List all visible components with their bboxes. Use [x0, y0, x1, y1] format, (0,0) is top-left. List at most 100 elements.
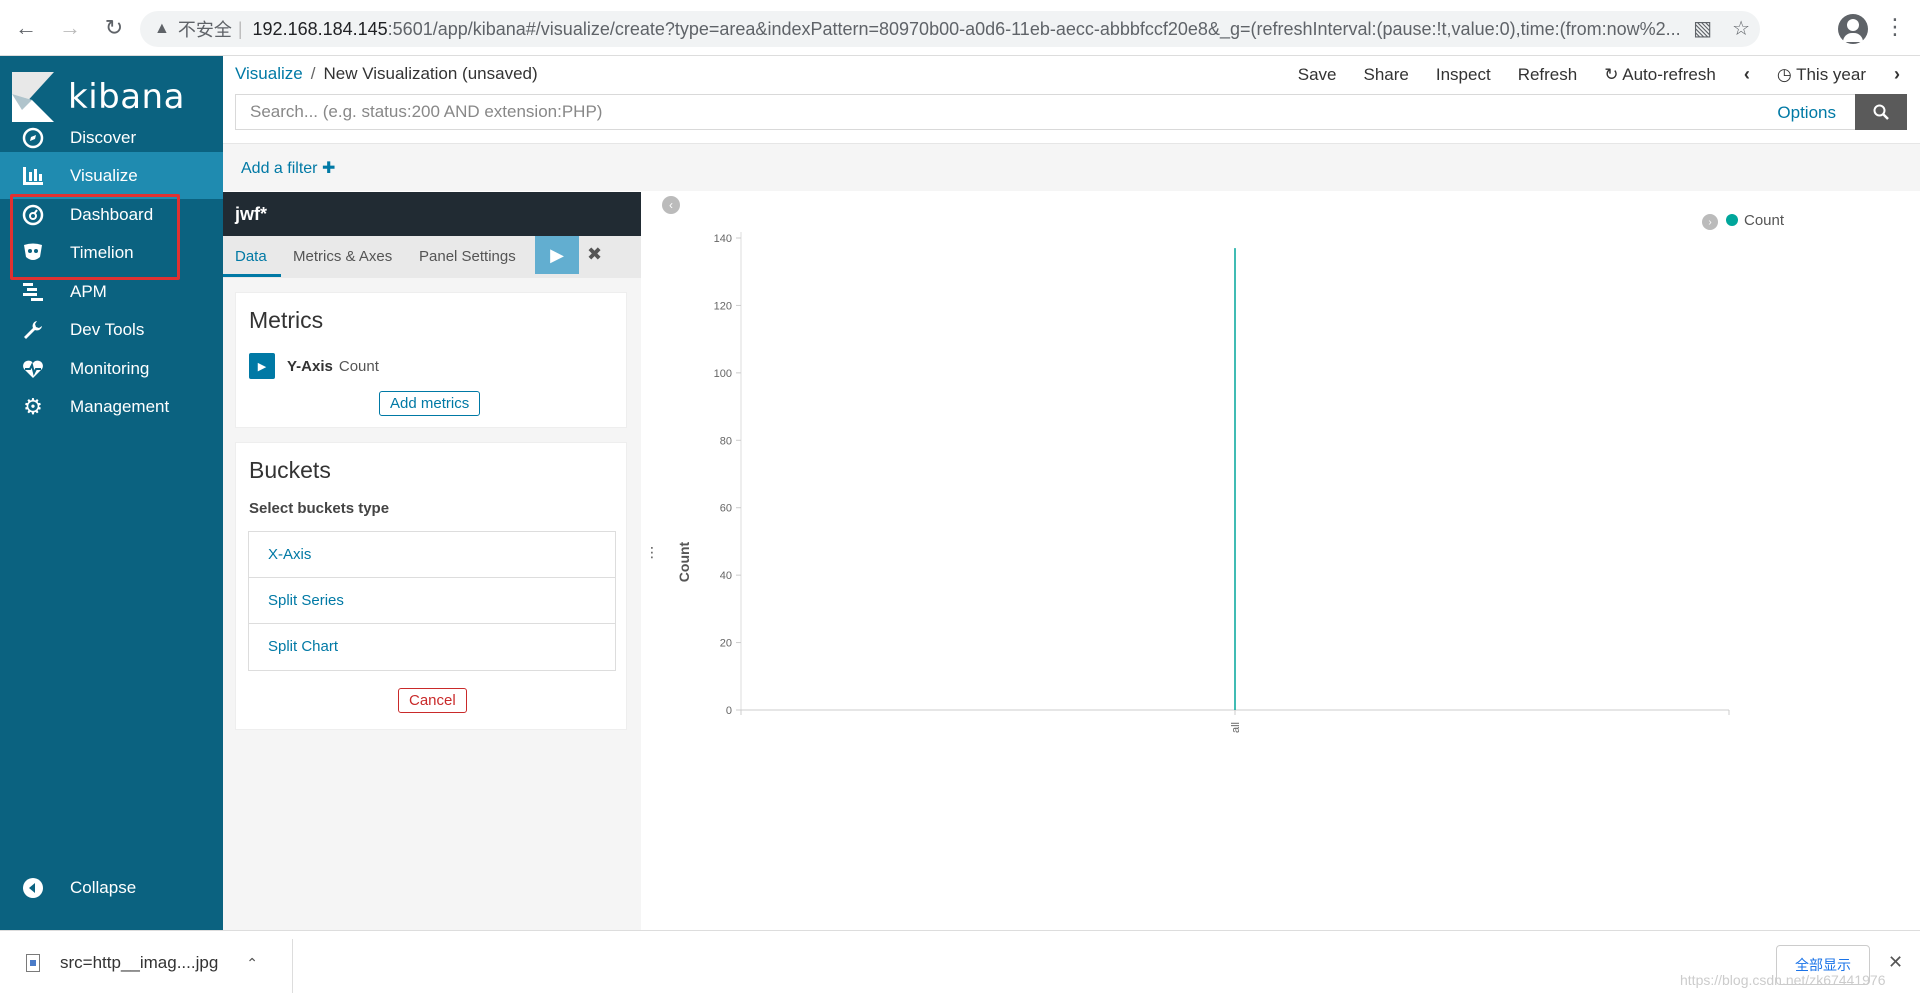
vis-editor-sidebar: jwf* Data Metrics & Axes Panel Settings …	[223, 192, 641, 930]
share-button[interactable]: Share	[1364, 65, 1409, 85]
collapse-icon	[20, 875, 46, 901]
url-host: 192.168.184.145	[252, 18, 388, 39]
download-shelf: src=http__imag....jpg ⌃ 全部显示 ✕	[0, 930, 1920, 1001]
download-filename: src=http__imag....jpg	[60, 953, 219, 972]
buckets-subtitle: Select buckets type	[249, 500, 390, 517]
clock-icon: ◷	[1776, 64, 1792, 84]
tab-panel-settings[interactable]: Panel Settings	[419, 248, 516, 265]
time-picker-button[interactable]: ◷ This year	[1777, 65, 1866, 85]
reload-icon[interactable]: ↻	[96, 10, 132, 46]
bucket-option-x-axis[interactable]: X-Axis	[249, 532, 615, 578]
translate-icon[interactable]: ▧	[1693, 16, 1712, 41]
search-button[interactable]	[1855, 94, 1907, 130]
download-divider	[292, 939, 293, 993]
metric-y-axis-row[interactable]: ▶ Y-Axis Count	[249, 353, 379, 379]
sidebar-item-management[interactable]: ⚙ Management	[0, 383, 223, 430]
y-tick-label: 120	[714, 300, 732, 312]
breadcrumb: Visualize / New Visualization (unsaved)	[235, 64, 538, 84]
file-image-icon	[26, 954, 40, 972]
area-chart: 0 20 40 60 80 100 120 140 all Count	[676, 232, 1730, 733]
back-icon[interactable]: ←	[8, 10, 44, 46]
profile-avatar-icon[interactable]	[1838, 14, 1868, 44]
star-icon[interactable]: ☆	[1732, 16, 1750, 41]
sidebar: kibana Discover Visualize Dashboard Time…	[0, 56, 223, 930]
breadcrumb-separator: /	[310, 64, 316, 83]
time-next-chevron-icon[interactable]: ›	[1894, 64, 1900, 85]
legend-color-swatch[interactable]	[1726, 214, 1738, 226]
y-tick-label: 100	[714, 368, 732, 380]
watermark-text: https://blog.csdn.net/zk67441976	[1680, 972, 1886, 988]
auto-refresh-button[interactable]: ↻ Auto-refresh	[1604, 65, 1716, 85]
y-tick-label: 140	[714, 233, 732, 245]
expand-caret-icon[interactable]: ▶	[249, 353, 275, 379]
time-picker-label: This year	[1796, 64, 1866, 84]
y-tick-label: 60	[720, 503, 732, 515]
y-tick-label: 20	[720, 638, 732, 650]
sidebar-item-label: Timelion	[70, 242, 134, 262]
warning-icon: ▲	[154, 20, 170, 37]
y-axis-label: Count	[676, 541, 692, 582]
breadcrumb-current: New Visualization (unsaved)	[323, 64, 538, 83]
top-nav-menu: Save Share Inspect Refresh ↻ Auto-refres…	[1271, 64, 1900, 85]
address-bar[interactable]: ▲ 不安全 | 192.168.184.145:5601/app/kibana#…	[140, 11, 1760, 47]
sidebar-item-label: Visualize	[70, 165, 138, 185]
apm-icon	[20, 279, 46, 305]
search-icon	[1873, 104, 1889, 120]
tab-metrics-axes[interactable]: Metrics & Axes	[293, 248, 392, 265]
inspect-button[interactable]: Inspect	[1436, 65, 1491, 85]
discard-changes-icon[interactable]: ✖	[587, 244, 602, 265]
panel-resizer[interactable]	[641, 192, 657, 930]
sidebar-item-label: Management	[70, 396, 170, 416]
x-tick-label: all	[1230, 722, 1242, 733]
index-pattern-title: jwf*	[223, 192, 641, 236]
y-tick-label: 40	[720, 570, 732, 582]
x-axis: all	[740, 709, 1730, 733]
buckets-title: Buckets	[249, 457, 331, 483]
y-tick-label: 0	[726, 705, 732, 717]
query-bar: Options	[235, 94, 1907, 130]
apply-changes-button[interactable]: ▶	[535, 236, 579, 274]
bucket-option-split-chart[interactable]: Split Chart	[249, 624, 615, 670]
logo-text: kibana	[68, 77, 185, 117]
chevron-up-icon[interactable]: ⌃	[246, 955, 258, 972]
sidebar-item-label: Dev Tools	[70, 319, 145, 339]
filter-bar: Add a filter ✚	[223, 143, 1920, 191]
gear-icon: ⚙	[23, 393, 43, 419]
y-axis: 0 20 40 60 80 100 120 140	[714, 232, 742, 717]
plus-icon: ✚	[321, 160, 336, 177]
bucket-type-list: X-Axis Split Series Split Chart	[248, 531, 616, 671]
bucket-option-split-series[interactable]: Split Series	[249, 578, 615, 624]
buckets-panel: Buckets Select buckets type X-Axis Split…	[235, 442, 627, 730]
bar-chart-icon	[20, 163, 46, 189]
sidebar-collapse[interactable]: Collapse	[0, 864, 223, 911]
breadcrumb-visualize-link[interactable]: Visualize	[235, 64, 303, 83]
forward-icon[interactable]: →	[52, 10, 88, 46]
save-button[interactable]: Save	[1298, 65, 1337, 85]
refresh-button[interactable]: Refresh	[1518, 65, 1578, 85]
y-tick-label: 80	[720, 435, 732, 447]
browser-menu-icon[interactable]: ⋮	[1884, 14, 1906, 40]
collapse-label: Collapse	[70, 877, 137, 897]
heartbeat-icon	[20, 356, 46, 382]
dashboard-icon	[20, 202, 46, 228]
active-tab-indicator	[223, 274, 281, 277]
wrench-icon	[20, 317, 46, 343]
metric-axis-label: Y-Axis	[287, 357, 333, 375]
download-item[interactable]: src=http__imag....jpg ⌃	[26, 953, 258, 973]
add-filter-link[interactable]: Add a filter ✚	[241, 158, 335, 178]
search-input[interactable]	[250, 95, 1550, 129]
url-path: :5601/app/kibana#/visualize/create?type=…	[387, 18, 1681, 39]
compass-icon	[20, 125, 46, 151]
time-prev-chevron-icon[interactable]: ‹	[1744, 64, 1750, 85]
add-filter-label: Add a filter	[241, 160, 318, 177]
tab-data[interactable]: Data	[235, 248, 267, 265]
cancel-button[interactable]: Cancel	[398, 688, 467, 713]
insecure-label: 不安全	[177, 20, 232, 40]
legend-item-count[interactable]: Count	[1744, 212, 1784, 229]
auto-refresh-icon: ↻	[1604, 64, 1619, 84]
add-metrics-button[interactable]: Add metrics	[379, 391, 481, 416]
close-download-shelf-icon[interactable]: ✕	[1888, 952, 1903, 973]
legend-toggle-icon[interactable]: ›	[1702, 214, 1718, 230]
metrics-title: Metrics	[249, 307, 324, 333]
options-link[interactable]: Options	[1777, 103, 1836, 123]
